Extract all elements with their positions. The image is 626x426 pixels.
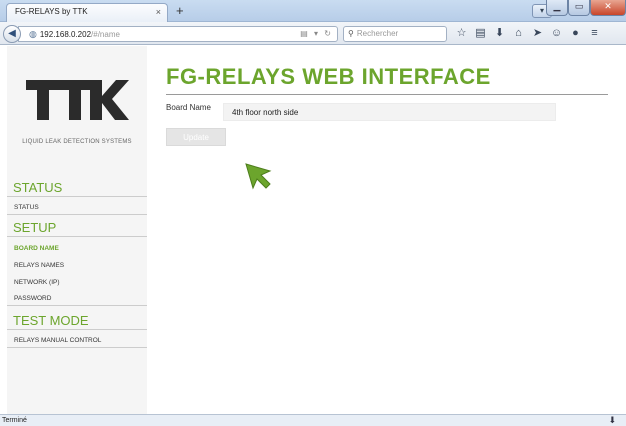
maximize-button[interactable]: ▭ (568, 0, 590, 16)
home-icon[interactable]: ⌂ (509, 26, 528, 42)
tab-title: FG-RELAYS by TTK (15, 7, 88, 16)
update-button[interactable]: Update (166, 128, 226, 146)
browser-statusbar: Terminé ⬇ (0, 414, 626, 426)
section-test-mode: TEST MODE (7, 311, 147, 330)
menu-icon[interactable]: ≡ (585, 26, 604, 42)
url-host: 192.168.0.202 (39, 30, 92, 39)
toolbar-icons: ☆ ▤ ⬇ ⌂ ➤ ☺ ● ≡ (452, 26, 604, 42)
browser-tab[interactable]: FG-RELAYS by TTK × (6, 3, 168, 23)
sidebar: LIQUID LEAK DETECTION SYSTEMS STATUS STA… (7, 46, 147, 414)
page-content: LIQUID LEAK DETECTION SYSTEMS STATUS STA… (0, 46, 626, 414)
site-identity-icon[interactable]: ◍ (29, 29, 37, 39)
browser-titlebar: FG-RELAYS by TTK × + ▾ ▁ ▭ ✕ (0, 0, 626, 23)
ttk-logo-mark (26, 80, 129, 120)
board-name-label: Board Name (166, 103, 211, 112)
url-path: /#/name (91, 30, 120, 39)
reload-icon[interactable]: ▤ ▾ ↻ (300, 27, 333, 41)
section-setup: SETUP (7, 218, 147, 237)
board-name-input[interactable] (223, 103, 556, 121)
url-bar[interactable]: ◍ 192.168.0.202/#/name ▤ ▾ ↻ (18, 26, 338, 42)
emoji-icon[interactable]: ☺ (547, 26, 566, 42)
page-title: FG-RELAYS WEB INTERFACE (166, 64, 491, 89)
section-status: STATUS (7, 178, 147, 197)
sidebar-item-board-name[interactable]: BOARD NAME (7, 241, 147, 256)
logo-tagline: LIQUID LEAK DETECTION SYSTEMS (22, 139, 132, 145)
new-tab-button[interactable]: + (176, 3, 184, 19)
sidebar-item-relays-names[interactable]: RELAYS NAMES (7, 258, 147, 273)
send-icon[interactable]: ➤ (528, 26, 547, 42)
search-placeholder: Rechercher (356, 29, 399, 38)
sidebar-item-relays-manual-control[interactable]: RELAYS MANUAL CONTROL (7, 333, 147, 348)
sidebar-item-password[interactable]: PASSWORD (7, 291, 147, 306)
chat-icon[interactable]: ● (566, 26, 585, 42)
browser-navbar: ◍ 192.168.0.202/#/name ▤ ▾ ↻ ◀ ⚲ Recherche… (0, 22, 626, 45)
sidebar-item-network[interactable]: NETWORK (IP) (7, 275, 147, 290)
search-icon: ⚲ (348, 29, 354, 38)
search-bar[interactable]: ⚲ Rechercher (343, 26, 447, 42)
download-status-icon[interactable]: ⬇ (608, 415, 616, 426)
close-window-button[interactable]: ✕ (590, 0, 626, 16)
back-button[interactable]: ◀ (3, 25, 21, 43)
sidebar-item-status[interactable]: STATUS (7, 200, 147, 215)
download-icon[interactable]: ⬇ (490, 26, 509, 42)
title-divider (166, 94, 608, 95)
ttk-logo (7, 78, 147, 122)
minimize-button[interactable]: ▁ (546, 0, 568, 16)
status-text: Terminé (2, 417, 27, 424)
star-icon[interactable]: ☆ (452, 26, 471, 42)
bookmarks-icon[interactable]: ▤ (471, 26, 490, 42)
cursor-pointer-icon (244, 162, 274, 195)
tab-close-icon[interactable]: × (156, 7, 161, 17)
